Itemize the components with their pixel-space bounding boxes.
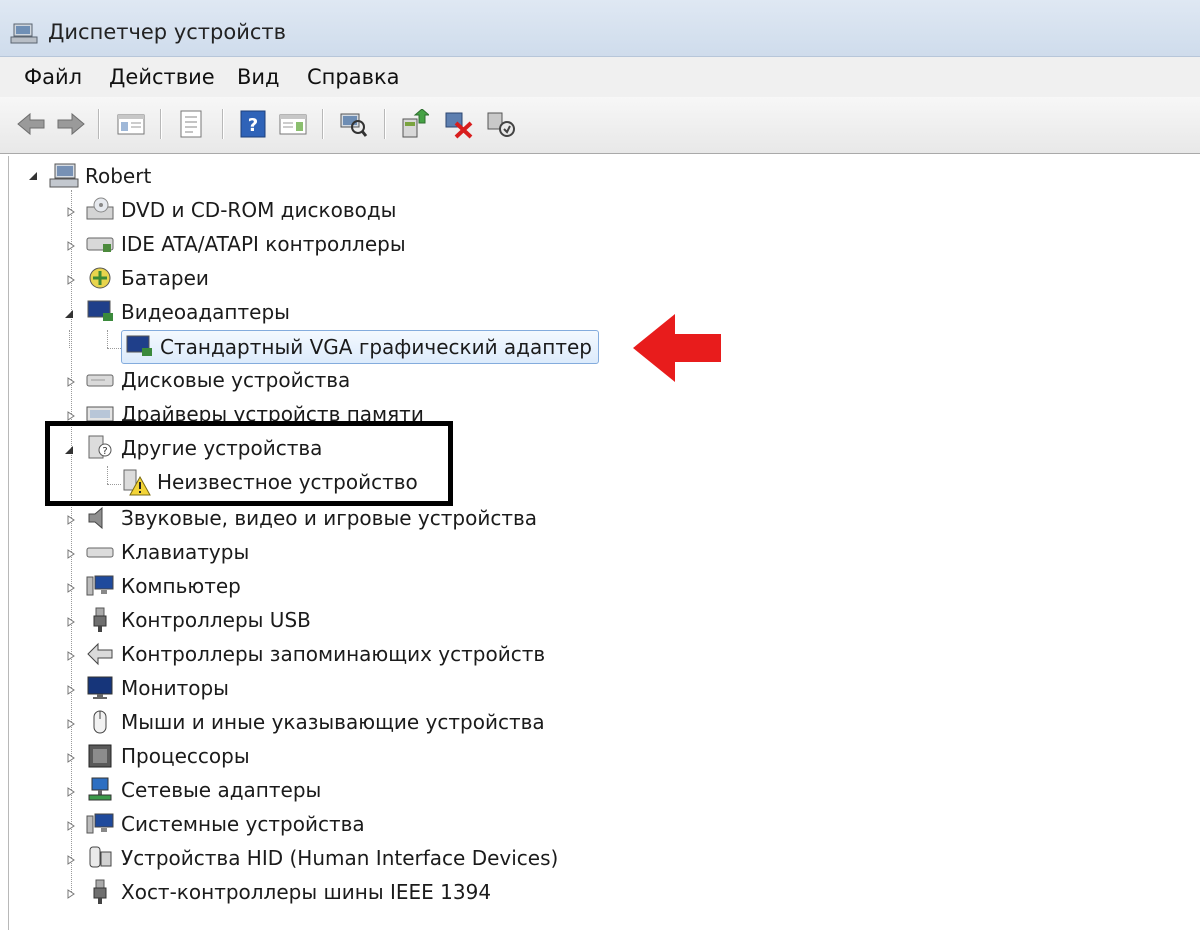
storage-controller-icon — [85, 639, 115, 669]
tree-item-cpu[interactable]: Процессоры — [85, 740, 250, 772]
battery-icon — [85, 263, 115, 293]
expand-storage-icon[interactable] — [65, 650, 77, 662]
disk-drive-icon — [85, 365, 115, 395]
expand-keyboard-icon[interactable] — [65, 548, 77, 560]
tree-item-vga-adapter[interactable]: Стандартный VGA графический адаптер — [121, 330, 599, 364]
forward-icon[interactable] — [54, 107, 88, 141]
expand-mice-icon[interactable] — [65, 718, 77, 730]
speaker-icon — [85, 503, 115, 533]
tree-item-battery[interactable]: Батареи — [85, 262, 209, 294]
expand-monitors-icon[interactable] — [65, 684, 77, 696]
tree-item-mice[interactable]: Мыши и иные указывающие устройства — [85, 706, 545, 738]
tree-item-system[interactable]: Системные устройства — [85, 808, 365, 840]
action-pane-icon[interactable] — [276, 107, 310, 141]
usb-plug-icon — [85, 605, 115, 635]
expand-battery-icon[interactable] — [65, 274, 77, 286]
device-tree[interactable]: Robert DVD и CD-ROM дисководы IDE ATA/AT… — [8, 156, 1200, 930]
disable-icon[interactable] — [484, 107, 518, 141]
root-label: Robert — [85, 164, 152, 188]
collapse-video-icon[interactable] — [63, 308, 75, 320]
system-device-icon — [85, 809, 115, 839]
expand-dvd-icon[interactable] — [65, 206, 77, 218]
expand-hid-icon[interactable] — [65, 854, 77, 866]
root-collapse-icon[interactable] — [27, 170, 39, 182]
menu-bar: Файл Действие Вид Справка — [0, 57, 1200, 97]
uninstall-icon[interactable] — [442, 107, 476, 141]
computer-icon — [49, 161, 79, 191]
tree-item-sound[interactable]: Звуковые, видео и игровые устройства — [85, 502, 537, 534]
hid-device-icon — [85, 843, 115, 873]
tree-item-computer[interactable]: Компьютер — [85, 570, 241, 602]
expand-system-icon[interactable] — [65, 820, 77, 832]
video-adapter-icon — [85, 297, 115, 327]
keyboard-icon — [85, 537, 115, 567]
tree-item-keyboard[interactable]: Клавиатуры — [85, 536, 249, 568]
svg-text:?: ? — [248, 115, 258, 136]
properties-icon[interactable] — [174, 107, 208, 141]
device-manager-icon — [10, 22, 38, 50]
tree-item-monitors[interactable]: Мониторы — [85, 672, 229, 704]
tree-item-dvd[interactable]: DVD и CD-ROM дисководы — [85, 194, 396, 226]
expand-ide-icon[interactable] — [65, 240, 77, 252]
expand-cpu-icon[interactable] — [65, 752, 77, 764]
tree-item-ide[interactable]: IDE ATA/ATAPI контроллеры — [85, 228, 406, 260]
expand-disk-icon[interactable] — [65, 376, 77, 388]
toolbar: ? — [0, 97, 1200, 154]
expand-sound-icon[interactable] — [65, 514, 77, 526]
tree-item-hid[interactable]: Устройства HID (Human Interface Devices) — [85, 842, 558, 874]
menu-view[interactable]: Вид — [231, 63, 286, 91]
tree-item-disk[interactable]: Дисковые устройства — [85, 364, 350, 396]
menu-action[interactable]: Действие — [103, 63, 221, 91]
expand-computer-icon[interactable] — [65, 582, 77, 594]
menu-help[interactable]: Справка — [301, 63, 406, 91]
tree-item-video[interactable]: Видеоадаптеры — [85, 296, 290, 328]
update-driver-icon[interactable] — [398, 107, 432, 141]
display-adapter-icon — [124, 332, 154, 362]
dvd-drive-icon — [85, 195, 115, 225]
annotation-red-arrow-icon — [633, 314, 721, 382]
tree-item-usb[interactable]: Контроллеры USB — [85, 604, 311, 636]
computer-monitor-icon — [85, 571, 115, 601]
menu-file[interactable]: Файл — [18, 63, 88, 91]
tree-item-storage[interactable]: Контроллеры запоминающих устройств — [85, 638, 545, 670]
ieee1394-controller-icon — [85, 877, 115, 907]
annotation-highlight-box — [45, 421, 453, 506]
expand-usb-icon[interactable] — [65, 616, 77, 628]
show-hide-console-tree-icon[interactable] — [114, 107, 148, 141]
mouse-icon — [85, 707, 115, 737]
scan-hardware-icon[interactable] — [336, 107, 370, 141]
ide-controller-icon — [85, 229, 115, 259]
monitor-icon — [85, 673, 115, 703]
back-icon[interactable] — [14, 107, 48, 141]
tree-item-ieee1394[interactable]: Хост-контроллеры шины IEEE 1394 — [85, 876, 491, 908]
tree-item-network[interactable]: Сетевые адаптеры — [85, 774, 321, 806]
tree-root-computer[interactable]: Robert — [49, 160, 151, 192]
window-title: Диспетчер устройств — [48, 20, 287, 44]
expand-ieee1394-icon[interactable] — [65, 888, 77, 900]
processor-icon — [85, 741, 115, 771]
title-bar: Диспетчер устройств — [0, 0, 1200, 57]
network-adapter-icon — [85, 775, 115, 805]
help-icon[interactable]: ? — [236, 107, 270, 141]
expand-network-icon[interactable] — [65, 786, 77, 798]
